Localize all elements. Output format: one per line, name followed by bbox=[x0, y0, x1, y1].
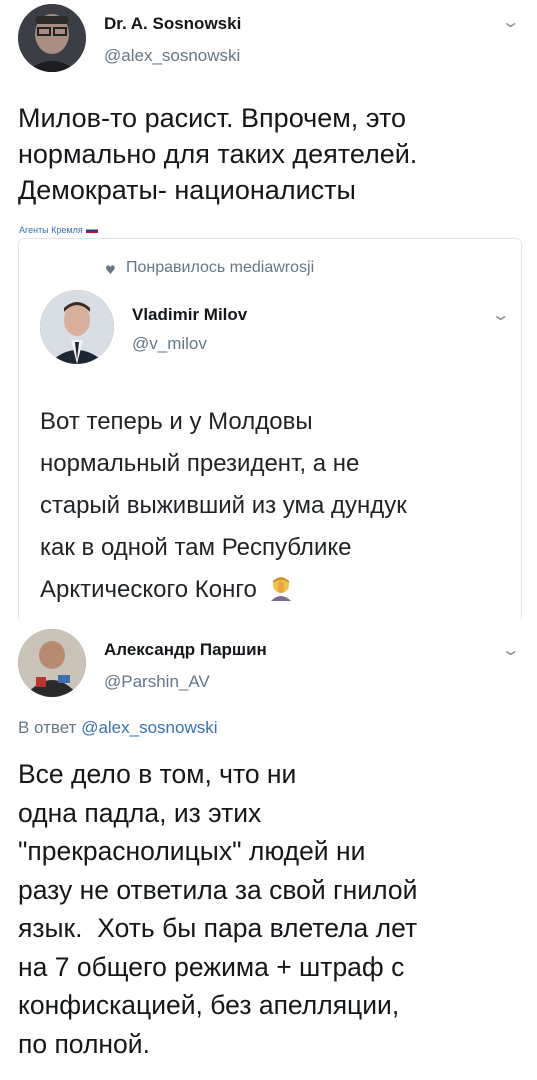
reply-text-line: на 7 общего режима + штраф с bbox=[18, 951, 405, 982]
avatar-sosnowski[interactable] bbox=[18, 4, 86, 72]
tweet-text-line: Демократы- националисты bbox=[18, 175, 356, 205]
avatar-image bbox=[18, 4, 86, 72]
tweet-text: Милов-то расист. Впрочем, это нормально … bbox=[18, 100, 528, 208]
avatar-parshin[interactable] bbox=[18, 629, 86, 697]
reply-text-line: Все дело в том, что ни bbox=[18, 759, 297, 789]
facepalm-emoji bbox=[270, 577, 291, 601]
reply-text-line: язык. Хоть бы пара влетела лет bbox=[18, 913, 418, 943]
quoted-tweet-text: Вот теперь и у Молдовы нормальный презид… bbox=[40, 401, 510, 611]
quoted-text-line-end: Арктического Конго bbox=[40, 576, 257, 603]
author-handle[interactable]: @alex_sosnowski bbox=[104, 46, 240, 66]
quoted-text-line: Арктического Конго bbox=[40, 569, 510, 611]
in-reply-to: В ответ @alex_sosnowski bbox=[18, 718, 218, 738]
avatar-image bbox=[18, 629, 86, 697]
in-reply-handle-link[interactable]: @alex_sosnowski bbox=[81, 718, 217, 737]
author-name[interactable]: Vladimir Milov bbox=[132, 305, 247, 325]
reply-text-line: одна падла, из этих bbox=[18, 797, 262, 828]
quoted-text-line: нормальный президент, а не bbox=[40, 450, 360, 477]
liked-by-text[interactable]: Понравилось mediawrosji bbox=[126, 259, 314, 277]
avatar-image bbox=[40, 290, 114, 364]
reply-text-line: конфискацией, без апелляции, bbox=[18, 990, 400, 1020]
flag-icon bbox=[85, 228, 98, 234]
reply-text-line: "прекраснолицых" людей ни bbox=[18, 836, 366, 866]
chevron-down-icon[interactable]: ⌄ bbox=[501, 640, 521, 659]
quoted-text-line: старый выживший из ума дундук bbox=[40, 492, 407, 519]
reply-text-line: по полной. bbox=[18, 1028, 150, 1059]
tweet-text-line: Милов-то расист. Впрочем, это bbox=[18, 103, 407, 133]
author-handle[interactable]: @Parshin_AV bbox=[104, 672, 210, 692]
reply-text-line: разу не ответила за свой гнилой bbox=[18, 874, 418, 905]
tag-label-text: Агенты Кремля bbox=[19, 225, 83, 235]
tweet-text-line: нормально для таких деятелей. bbox=[18, 139, 418, 169]
reply-text: Все дело в том, что ни одна падла, из эт… bbox=[18, 755, 533, 1063]
chevron-down-icon[interactable]: ⌄ bbox=[501, 12, 521, 31]
avatar-milov[interactable] bbox=[40, 290, 114, 364]
quoted-text-line: Вот теперь и у Молдовы bbox=[40, 408, 313, 435]
quoted-text-line: как в одной там Республике bbox=[40, 534, 352, 561]
chevron-down-icon[interactable]: ⌄ bbox=[491, 305, 511, 324]
tag-label: Агенты Кремля bbox=[19, 225, 98, 235]
author-handle[interactable]: @v_milov bbox=[132, 334, 207, 354]
in-reply-prefix: В ответ bbox=[18, 718, 77, 737]
author-name[interactable]: Александр Паршин bbox=[104, 640, 267, 660]
heart-icon: ♥ bbox=[105, 263, 116, 277]
author-name[interactable]: Dr. A. Sosnowski bbox=[104, 14, 241, 34]
